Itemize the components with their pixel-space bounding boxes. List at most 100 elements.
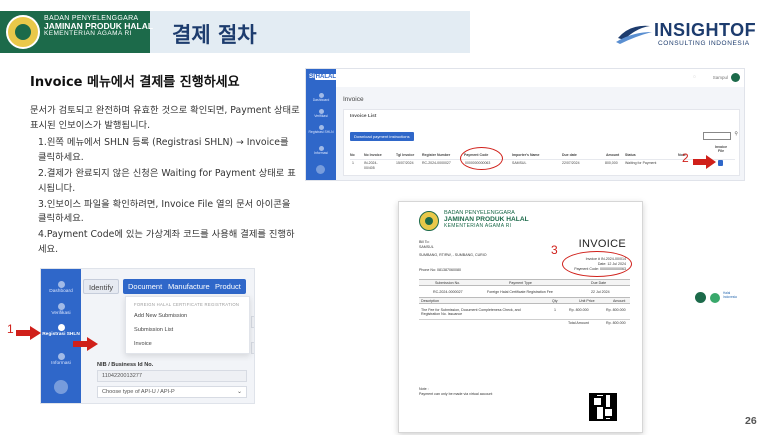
sidebar-item-label: Registrasi SHLN [308, 130, 334, 134]
slide-title: 결제 절차 [172, 23, 257, 47]
cell-tgl-invoice: 15/07/2024 [396, 161, 414, 165]
cell-due-date: 22 Jul 2024 [591, 290, 610, 294]
sidebar-item-dashboard[interactable]: Dashboard [41, 281, 81, 295]
sidebar-item-verifikasi[interactable]: Verifikasi [306, 109, 336, 119]
bpjph-seal-icon [695, 292, 706, 303]
info-icon [57, 353, 65, 360]
chevron-down-icon: ⌄ [236, 389, 242, 395]
column-header: Due date [562, 153, 577, 157]
org-line-3: KEMENTERIAN AGAMA RI [44, 30, 132, 38]
download-payment-instructions-button[interactable]: Download payment instructions [350, 132, 414, 141]
invoice-list-screenshot: SIHALAL Dashboard Verifikasi Registrasi … [305, 68, 745, 181]
nib-input[interactable]: 1104220013277 [97, 370, 247, 382]
column-header: Importer's Name [512, 153, 540, 157]
column-header: No Invoice [364, 153, 382, 157]
col-amount: Amount [613, 299, 626, 303]
background-field [251, 342, 254, 354]
annotation-number-1: 1 [7, 322, 14, 336]
app-sidebar: SIHALAL Dashboard Verifikasi Registrasi … [306, 69, 338, 180]
menu-item-invoice[interactable]: Invoice [134, 341, 152, 347]
cell-no-invoice: IN-2024- [364, 161, 378, 165]
sidebar-item-label: Dashboard [312, 98, 330, 102]
cell-due-date: 22/07/2024 [562, 161, 580, 165]
step-item: 2.결제가 완료되지 않은 신청은 Waiting for Payment 상태… [38, 167, 296, 194]
annotation-number-2: 2 [682, 151, 689, 165]
cell-submission-no: RC-2024-0000027 [433, 290, 463, 294]
search-input[interactable] [703, 132, 731, 140]
qr-code-icon [589, 393, 617, 421]
red-arrow-icon [693, 155, 716, 169]
item-header-row [419, 297, 630, 304]
registration-dropdown-menu: FOREIGN HALAL CERTIFICATE REGISTRATION A… [125, 296, 250, 354]
section-heading: Invoice 메뉴에서 결제를 진행하세요 [30, 75, 240, 90]
check-icon [57, 303, 65, 310]
cell-qty: 1 [554, 308, 556, 312]
search-icon[interactable]: ⚲ [734, 131, 738, 137]
avatar[interactable] [731, 73, 740, 82]
cell-importer: SAMSUL [512, 161, 527, 165]
api-type-select[interactable]: Choose type of API-U / API-P ⌄ [97, 386, 247, 398]
user-name[interactable]: Sampul [713, 75, 728, 80]
invoice-title: INVOICE [578, 238, 626, 250]
step-item: 3.인보이스 파일을 확인하려면, Invoice File 열의 문서 아이콘… [38, 198, 291, 225]
col-due-date: Due Date [591, 281, 607, 285]
nib-label: NIB / Business Id No. [97, 362, 154, 368]
intro-paragraph: 문서가 검토되고 완전하며 유효한 것으로 확인되면, Payment 상태로 … [30, 105, 300, 131]
payment-code-highlight [562, 251, 632, 277]
bpjph-seal-icon [6, 15, 40, 49]
cell-description: The Fee for Submission, Document Complet… [421, 308, 521, 317]
sidebar-item-label: Dashboard [49, 289, 73, 294]
column-header: Invoice File [714, 145, 728, 154]
column-header: Tgl Invoice [396, 153, 415, 157]
sidebar-item-label: Verifikasi [51, 311, 71, 316]
footer-logo-text: Halal Indonesia [723, 291, 737, 299]
sidebar-item-informasi[interactable]: Informasi [41, 353, 81, 367]
cell-no: 1 [352, 161, 354, 165]
halal-indonesia-logo-icon [710, 293, 720, 303]
column-header: Status [625, 153, 636, 157]
cell-status: Waiting for Payment [625, 161, 657, 165]
col-description: Description [421, 299, 439, 303]
column-header: No [350, 153, 355, 157]
sidebar-item-label: Verifikasi [314, 114, 328, 118]
tab-document[interactable]: Document [123, 279, 168, 294]
bpjph-org-name: BADAN PENYELENGGARA JAMINAN PRODUK HALAL… [444, 210, 529, 229]
step-item: 4.Payment Code에 있는 가상계좌 코드를 사용해 결제를 진행하세… [38, 229, 295, 256]
tab-product[interactable]: Product [210, 279, 246, 294]
page-title: Invoice [343, 96, 364, 103]
bell-icon[interactable]: ◌ [693, 74, 696, 80]
document-icon[interactable] [718, 160, 723, 166]
bill-to-name: SAMSUL [419, 245, 434, 249]
app-topbar: ◌ Sampul [336, 69, 744, 87]
collapse-sidebar-button[interactable] [54, 380, 68, 394]
bill-to-label: Bill To: [419, 240, 430, 244]
red-arrow-icon [16, 326, 41, 340]
column-header: Register Number [422, 153, 451, 157]
menu-item-add-new-submission[interactable]: Add New Submission [134, 313, 187, 319]
sidebar-item-verifikasi[interactable]: Verifikasi [41, 303, 81, 317]
col-submission-no: Submission No. [435, 281, 461, 285]
table-divider [350, 159, 735, 160]
card-title: Invoice List [350, 114, 377, 119]
home-icon [57, 281, 65, 288]
menu-item-submission-list[interactable]: Submission List [134, 327, 173, 333]
cell-register-number: RC-2024-0000027 [422, 161, 451, 165]
bpjph-org-name: BADAN PENYELENGGARA JAMINAN PRODUK HALAL… [44, 15, 153, 38]
page-number: 26 [745, 415, 757, 427]
sidebar-item-informasi[interactable]: Informasi [306, 146, 336, 156]
sidebar-item-registrasi-shln[interactable]: Registrasi SHLN [306, 125, 336, 135]
table-divider [419, 319, 630, 320]
bill-to-phone: Phone No: 081387060080 [419, 268, 461, 272]
column-header: Amount [606, 153, 620, 157]
cell-amount: Rp. 800.000 [606, 308, 626, 312]
tab-identify[interactable]: Identify [83, 279, 120, 294]
sidebar-item-label: Informasi [51, 361, 71, 366]
tab-manufacture[interactable]: Manufacture [163, 279, 215, 294]
total-label: Total Amount [568, 321, 589, 325]
bill-to-address: SUMBANG, RT/RW, - SUMBANG, CURIO [419, 253, 487, 257]
bpjph-seal-icon [419, 211, 439, 231]
total-value: Rp. 800.000 [606, 321, 626, 325]
step-item: 1.왼쪽 메뉴에서 SHLN 등록 (Registrasi SHLN) → In… [38, 137, 289, 163]
collapse-sidebar-button[interactable] [316, 165, 325, 174]
sidebar-item-dashboard[interactable]: Dashboard [306, 93, 336, 103]
